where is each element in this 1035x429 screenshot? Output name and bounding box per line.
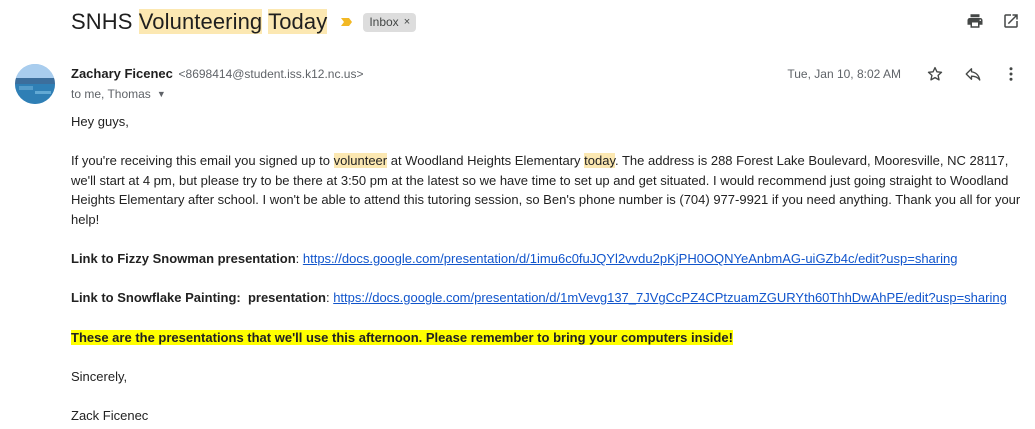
email-subject: SNHS Volunteering Today: [71, 9, 328, 35]
inbox-label-text: Inbox: [369, 15, 399, 29]
message-body: Hey guys, If you're receiving this email…: [71, 112, 1023, 426]
search-highlight-volunteer: volunteer: [333, 153, 388, 169]
link1-label: Link to Fizzy Snowman presentation: [71, 251, 296, 267]
reply-icon[interactable]: [963, 64, 983, 84]
snowflake-painting-link[interactable]: https://docs.google.com/presentation/d/1…: [333, 290, 1007, 305]
recipients-line: to me, Thomas ▼: [71, 87, 166, 101]
star-icon[interactable]: [925, 64, 945, 84]
closing: Sincerely,: [71, 368, 128, 384]
thread-toolbar: [965, 11, 1021, 31]
avatar[interactable]: [15, 64, 55, 104]
sender-name[interactable]: Zachary Ficenec: [71, 66, 173, 81]
greeting: Hey guys,: [71, 114, 129, 129]
subject-row: SNHS Volunteering Today Inbox ×: [71, 6, 417, 38]
recipients-text: to me, Thomas: [71, 87, 151, 101]
sender-email: <8698414@student.iss.k12.nc.us>: [178, 67, 364, 81]
highlight-line: These are the presentations that we'll u…: [71, 328, 1023, 348]
signature: Zack Ficenec: [71, 407, 149, 423]
inbox-label: Inbox ×: [363, 12, 417, 32]
link2-label: Link to Snowflake Painting: presentation: [71, 290, 326, 306]
open-in-new-window-icon[interactable]: [1001, 11, 1021, 31]
sender-line: Zachary Ficenec <8698414@student.iss.k12…: [71, 66, 364, 81]
subject-text: SNHS: [71, 9, 139, 34]
subject-highlight-today: Today: [268, 9, 328, 34]
link2-line: Link to Snowflake Painting: presentation…: [71, 290, 1007, 306]
message-actions: [925, 64, 1021, 84]
subject-highlight-volunteering: Volunteering: [138, 9, 263, 34]
caret-down-icon[interactable]: ▼: [157, 89, 166, 99]
search-highlight-today: today: [584, 153, 615, 169]
body-paragraph: If you're receiving this email you signe…: [71, 153, 1021, 227]
fizzy-snowman-link[interactable]: https://docs.google.com/presentation/d/1…: [303, 251, 958, 266]
print-icon[interactable]: [965, 11, 985, 31]
message-date: Tue, Jan 10, 8:02 AM: [787, 67, 901, 81]
link1-line: Link to Fizzy Snowman presentation: http…: [71, 251, 958, 267]
remove-label-button[interactable]: ×: [404, 16, 410, 28]
highlighted-notice: These are the presentations that we'll u…: [71, 329, 733, 345]
more-vert-icon[interactable]: [1001, 64, 1021, 84]
important-marker-icon[interactable]: [339, 15, 355, 29]
